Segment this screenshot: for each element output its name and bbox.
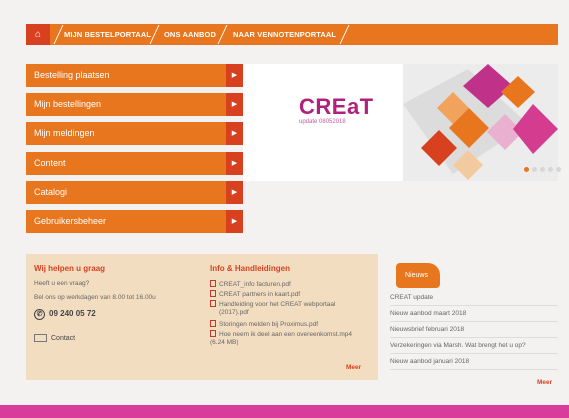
info-title: Info & Handleidingen <box>210 264 290 273</box>
news-item[interactable]: Nieuw aanbod januari 2018 <box>390 354 558 370</box>
menu-item-mijn-meldingen[interactable]: Mijn meldingen ▶ <box>26 122 243 146</box>
doc-label-line2: (6.24 MB) <box>210 339 239 346</box>
phone-text: 09 240 05 72 <box>49 309 96 318</box>
menu-item-label: Content <box>34 157 66 168</box>
nav-separator <box>217 25 228 44</box>
doc-link-info-facturen[interactable]: CREAT_info facturen.pdf <box>210 280 291 289</box>
pdf-icon <box>210 290 216 297</box>
home-icon: ⌂ <box>34 29 42 40</box>
footer-bar <box>0 405 569 418</box>
banner-graphic <box>403 64 558 181</box>
news-item[interactable]: Nieuw aanbod maart 2018 <box>390 306 558 322</box>
contact-label: Contact <box>51 334 76 342</box>
pdf-icon <box>210 320 216 327</box>
menu-item-label: Mijn meldingen <box>34 128 95 139</box>
menu-item-label: Mijn bestellingen <box>34 99 102 110</box>
slider-dot[interactable] <box>556 167 561 172</box>
help-title: Wij helpen u graag <box>34 264 106 273</box>
phone-icon: ✆ <box>34 309 45 320</box>
menu-item-catalogi[interactable]: Catalogi ▶ <box>26 180 243 204</box>
news-item[interactable]: CREAT update <box>390 290 558 306</box>
nav-separator <box>53 25 64 44</box>
slider-dot[interactable] <box>540 167 545 172</box>
help-question: Heeft u een vraag? <box>34 280 90 287</box>
doc-link-partners[interactable]: CREAT partners in kaart.pdf <box>210 290 300 299</box>
help-hours: Bel ons op werkdagen van 8.00 tot 16.00u <box>34 294 156 301</box>
news-list: CREAT update Nieuw aanbod maart 2018 Nie… <box>390 290 558 370</box>
doc-label: Storingen melden bij Proximus.pdf <box>219 321 318 328</box>
news-item[interactable]: Verzekeringen via Marsh. Wat brengt het … <box>390 338 558 354</box>
pdf-icon <box>210 300 216 307</box>
menu-item-content[interactable]: Content ▶ <box>26 151 243 175</box>
phone-number[interactable]: ✆ 09 240 05 72 <box>34 309 96 320</box>
doc-label: CREAT_info facturen.pdf <box>219 281 291 288</box>
pdf-icon <box>210 280 216 287</box>
menu-item-label: Catalogi <box>34 186 68 197</box>
nav-link-ons-aanbod[interactable]: ONS AANBOD <box>164 24 216 45</box>
menu-item-label: Bestelling plaatsen <box>34 70 110 80</box>
arrow-right-icon: ▶ <box>226 209 243 233</box>
video-icon <box>210 330 216 337</box>
slider-dot[interactable] <box>548 167 553 172</box>
news-item[interactable]: Nieuwsbrief februari 2018 <box>390 322 558 338</box>
news-more-link[interactable]: Meer <box>537 379 552 386</box>
info-more-link[interactable]: Meer <box>346 364 361 371</box>
mail-icon <box>34 334 47 342</box>
doc-link-storingen[interactable]: Storingen melden bij Proximus.pdf <box>210 320 318 329</box>
nav-separator <box>339 25 350 44</box>
help-panel: Wij helpen u graag Heeft u een vraag? Be… <box>26 254 378 380</box>
slider-dot[interactable] <box>524 167 529 172</box>
main-menu: Bestelling plaatsen ▶ Mijn bestellingen … <box>26 64 243 239</box>
menu-item-gebruikersbeheer[interactable]: Gebruikersbeheer ▶ <box>26 209 243 233</box>
doc-label-line2: (2017).pdf <box>219 309 249 316</box>
menu-item-mijn-bestellingen[interactable]: Mijn bestellingen ▶ <box>26 93 243 117</box>
top-navigation: ⌂ MIJN BESTELPORTAAL ONS AANBOD NAAR VEN… <box>26 24 558 45</box>
arrow-right-icon: ▶ <box>226 93 243 117</box>
nav-link-vennotenportaal[interactable]: NAAR VENNOTENPORTAAL <box>233 24 336 45</box>
banner-slider[interactable]: CREaT update 08052018 <box>243 64 558 181</box>
doc-link-handleiding[interactable]: Handleiding voor het CREAT webportaal (2… <box>210 300 335 317</box>
arrow-right-icon: ▶ <box>226 151 243 175</box>
doc-label: Hoe neem ik deel aan een overeenkomst.mp… <box>219 331 352 338</box>
arrow-right-icon: ▶ <box>226 122 243 146</box>
menu-item-bestelling-plaatsen[interactable]: Bestelling plaatsen ▶ <box>26 64 243 87</box>
doc-label: CREAT partners in kaart.pdf <box>219 291 301 298</box>
menu-item-label: Gebruikersbeheer <box>34 215 107 226</box>
doc-label: Handleiding voor het CREAT webportaal <box>219 301 336 308</box>
home-button[interactable]: ⌂ <box>26 24 50 45</box>
nav-link-bestelportaal[interactable]: MIJN BESTELPORTAAL <box>64 24 151 45</box>
news-tab[interactable]: Nieuws <box>396 263 440 288</box>
doc-link-overeenkomst[interactable]: Hoe neem ik deel aan een overeenkomst.mp… <box>210 330 352 347</box>
contact-link[interactable]: Contact <box>34 334 75 342</box>
slider-dot[interactable] <box>532 167 537 172</box>
arrow-right-icon: ▶ <box>226 64 243 87</box>
arrow-right-icon: ▶ <box>226 180 243 204</box>
